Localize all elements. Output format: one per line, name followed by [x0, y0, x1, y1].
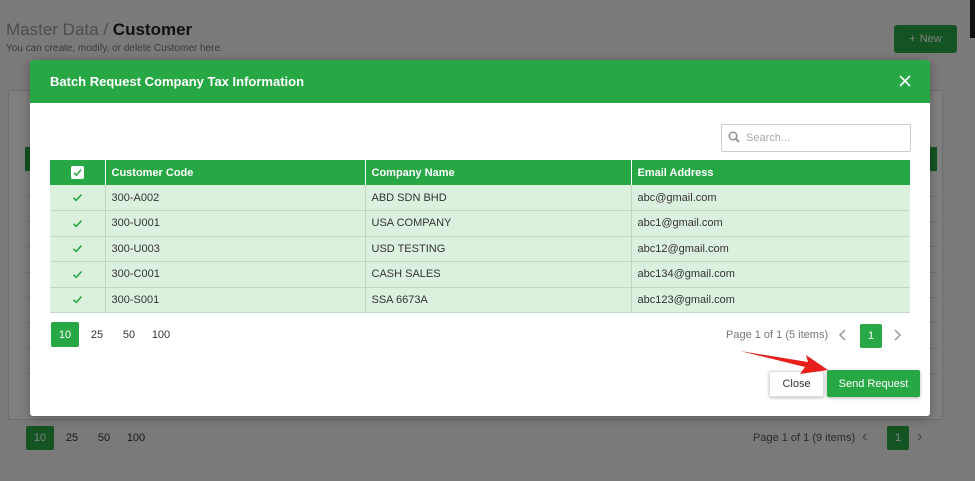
- page-size-option-100[interactable]: 100: [147, 322, 175, 347]
- send-request-button[interactable]: Send Request: [827, 370, 920, 397]
- search-icon: [728, 131, 740, 146]
- customer-code-cell: 300-C001: [105, 261, 366, 288]
- email-cell: abc134@gmail.com: [631, 261, 910, 288]
- row-select-cell: [50, 287, 106, 313]
- row-select-cell: [50, 261, 106, 288]
- page-size-option-25[interactable]: 25: [83, 322, 111, 347]
- column-header-company-name[interactable]: Company Name: [365, 160, 632, 185]
- checkbox-icon[interactable]: [71, 217, 84, 230]
- page-size-option-10[interactable]: 10: [51, 322, 79, 347]
- table-row[interactable]: 300-A002 ABD SDN BHD abc@gmail.com: [50, 185, 910, 211]
- close-icon[interactable]: [896, 72, 914, 90]
- chevron-left-icon[interactable]: [835, 327, 851, 343]
- column-header-email-address[interactable]: Email Address: [631, 160, 910, 185]
- checkbox-icon[interactable]: [71, 191, 84, 204]
- page-number-button[interactable]: 1: [860, 324, 882, 348]
- company-name-cell: USD TESTING: [365, 236, 632, 262]
- customer-code-cell: 300-S001: [105, 287, 366, 313]
- modal-header: Batch Request Company Tax Information: [30, 60, 930, 103]
- table-header-row: Customer Code Company Name Email Address: [50, 160, 910, 185]
- company-name-cell: USA COMPANY: [365, 210, 632, 237]
- email-cell: abc1@gmail.com: [631, 210, 910, 237]
- search-box: [721, 124, 911, 152]
- customer-code-cell: 300-A002: [105, 185, 366, 211]
- table-row[interactable]: 300-S001 SSA 6673A abc123@gmail.com: [50, 287, 910, 313]
- checkbox-icon[interactable]: [71, 293, 84, 306]
- row-select-cell: [50, 236, 106, 262]
- select-all-checkbox[interactable]: [70, 166, 84, 179]
- page-size-selector: 10 25 50 100: [51, 322, 179, 347]
- table-row[interactable]: 300-U001 USA COMPANY abc1@gmail.com: [50, 210, 910, 237]
- company-name-cell: ABD SDN BHD: [365, 185, 632, 211]
- customer-table: Customer Code Company Name Email Address…: [50, 160, 910, 313]
- column-header-customer-code[interactable]: Customer Code: [105, 160, 366, 185]
- table-row[interactable]: 300-C001 CASH SALES abc134@gmail.com: [50, 261, 910, 288]
- search-input[interactable]: [746, 132, 896, 144]
- checkbox-icon[interactable]: [71, 268, 84, 281]
- customer-code-cell: 300-U003: [105, 236, 366, 262]
- email-cell: abc123@gmail.com: [631, 287, 910, 313]
- email-cell: abc12@gmail.com: [631, 236, 910, 262]
- row-select-cell: [50, 210, 106, 237]
- company-name-cell: SSA 6673A: [365, 287, 632, 313]
- checkbox-icon[interactable]: [71, 242, 84, 255]
- table-row[interactable]: 300-U003 USD TESTING abc12@gmail.com: [50, 236, 910, 262]
- chevron-right-icon[interactable]: [889, 327, 905, 343]
- company-name-cell: CASH SALES: [365, 261, 632, 288]
- page-info: Page 1 of 1 (5 items): [726, 329, 829, 341]
- annotation-arrow-icon: [740, 351, 828, 374]
- row-select-cell: [50, 185, 106, 211]
- modal-title: Batch Request Company Tax Information: [50, 74, 305, 89]
- customer-code-cell: 300-U001: [105, 210, 366, 237]
- select-all-cell: [50, 160, 106, 185]
- page-size-option-50[interactable]: 50: [115, 322, 143, 347]
- email-cell: abc@gmail.com: [631, 185, 910, 211]
